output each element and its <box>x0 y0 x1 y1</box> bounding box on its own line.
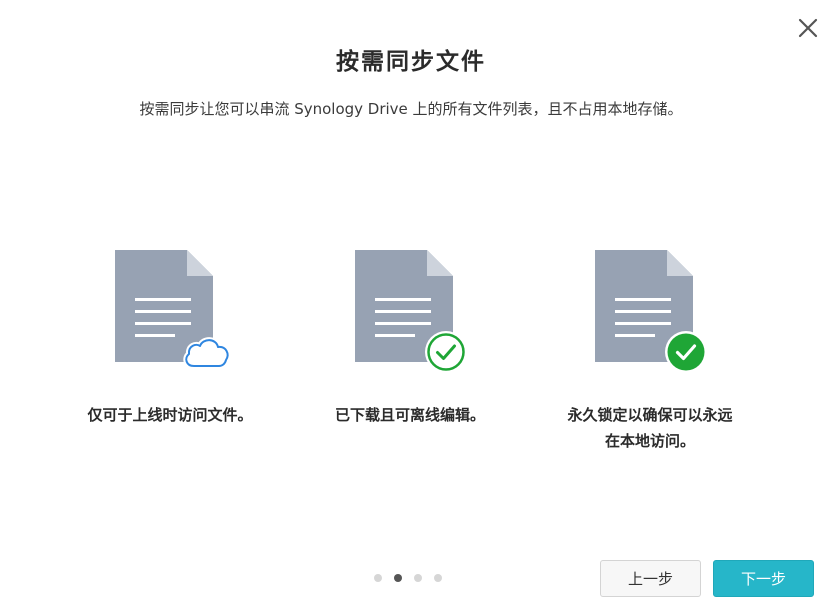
feature-label: 已下载且可离线编辑。 <box>334 406 485 424</box>
document-cloud-icon <box>110 248 232 374</box>
next-button[interactable]: 下一步 <box>713 560 814 597</box>
close-button[interactable] <box>794 14 822 42</box>
check-circle-outline-icon <box>424 330 468 374</box>
feature-label: 仅可于上线时访问文件。 <box>87 406 253 424</box>
close-icon <box>798 18 818 38</box>
sync-on-demand-dialog: 按需同步文件 按需同步让您可以串流 Synology Drive 上的所有文件列… <box>0 0 822 614</box>
pagination-dots <box>374 573 442 583</box>
dialog-title: 按需同步文件 <box>336 49 486 75</box>
page-dot-3[interactable] <box>414 574 422 582</box>
page-dot-1[interactable] <box>374 574 382 582</box>
page-dot-4[interactable] <box>434 574 442 582</box>
cloud-icon <box>182 332 232 372</box>
feature-label: 永久锁定以确保可以永远 在本地访问。 <box>567 406 733 450</box>
document-check-filled-icon <box>590 248 710 374</box>
feature-offline-editable: 已下载且可离线编辑。 <box>300 248 520 428</box>
page-dot-2-active[interactable] <box>394 574 402 582</box>
check-circle-filled-icon <box>664 330 708 374</box>
feature-online-only: 仅可于上线时访问文件。 <box>60 248 280 428</box>
dialog-subtitle: 按需同步让您可以串流 Synology Drive 上的所有文件列表，且不占用本… <box>139 100 683 118</box>
document-check-outline-icon <box>350 248 470 374</box>
feature-pinned-local: 永久锁定以确保可以永远 在本地访问。 <box>540 248 760 454</box>
previous-button[interactable]: 上一步 <box>600 560 701 597</box>
